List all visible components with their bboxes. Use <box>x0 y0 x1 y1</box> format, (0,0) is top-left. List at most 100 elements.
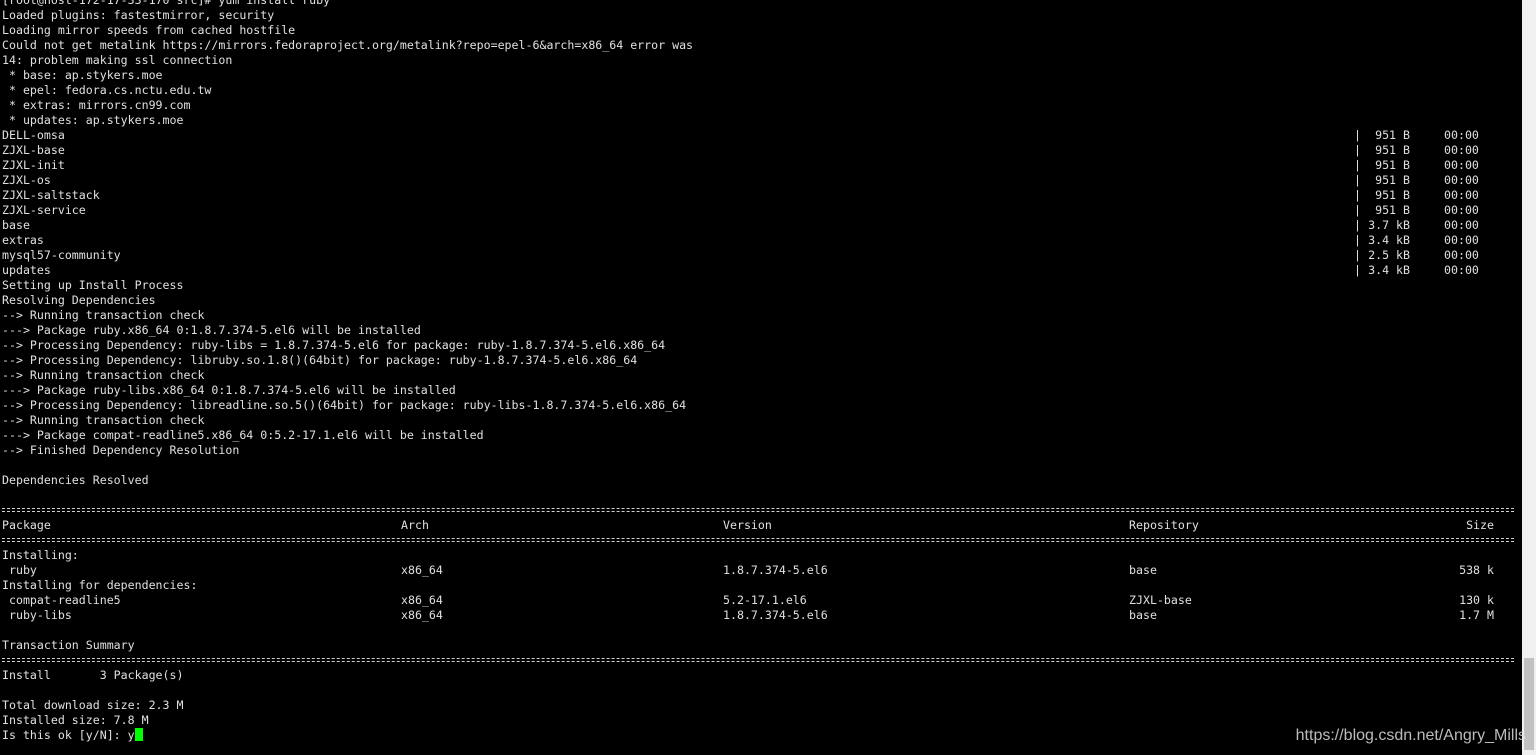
progress-separator: | <box>1354 188 1361 202</box>
package-size: 130 k <box>1459 593 1494 607</box>
repo-row: mysql57-community | 2.5 kB 00:00 <box>0 248 1522 263</box>
repo-size: 951 B <box>1375 143 1410 157</box>
output-line: ---> Package ruby-libs.x86_64 0:1.8.7.37… <box>2 383 456 397</box>
package-version: 1.8.7.374-5.el6 <box>723 563 828 577</box>
table-row: ruby-libs x86_64 1.8.7.374-5.el6 base 1.7 M <box>0 608 1522 623</box>
repo-time: 00:00 <box>1444 143 1479 157</box>
repo-row: ZJXL-base | 951 B 00:00 <box>0 143 1522 158</box>
repo-size: 951 B <box>1375 173 1410 187</box>
table-header: Package Arch Version Repository Size <box>0 518 1522 533</box>
output-line: --> Finished Dependency Resolution <box>2 443 240 457</box>
repo-size: 3.4 kB <box>1368 233 1410 247</box>
progress-separator: | <box>1354 263 1361 277</box>
output-line: --> Processing Dependency: ruby-libs = 1… <box>2 338 666 352</box>
package-arch: x86_64 <box>401 593 443 607</box>
repo-size: 951 B <box>1375 158 1410 172</box>
repo-time: 00:00 <box>1444 203 1479 217</box>
download-size: Total download size: 2.3 M <box>2 698 184 712</box>
repo-time: 00:00 <box>1444 188 1479 202</box>
header-arch: Arch <box>401 518 429 532</box>
table-separator <box>0 533 1522 548</box>
progress-separator: | <box>1354 128 1361 142</box>
header-version: Version <box>723 518 772 532</box>
repo-time: 00:00 <box>1444 173 1479 187</box>
package-name: ruby-libs <box>2 608 72 622</box>
output-line: --> Processing Dependency: libruby.so.1.… <box>2 353 638 367</box>
repo-size: 951 B <box>1375 188 1410 202</box>
summary-title: Transaction Summary <box>2 638 135 652</box>
package-arch: x86_64 <box>401 608 443 622</box>
output-line: Loaded plugins: fastestmirror, security <box>2 8 275 22</box>
repo-name: ZJXL-init <box>2 158 65 172</box>
vertical-scrollbar[interactable] <box>1522 0 1536 755</box>
repo-row: updates | 3.4 kB 00:00 <box>0 263 1522 278</box>
package-name: ruby <box>2 563 37 577</box>
output-line: Setting up Install Process <box>2 278 184 292</box>
repo-size: 2.5 kB <box>1368 248 1410 262</box>
repo-name: updates <box>2 263 51 277</box>
package-arch: x86_64 <box>401 563 443 577</box>
repo-name: ZJXL-base <box>2 143 65 157</box>
output-line: * base: ap.stykers.moe <box>2 68 163 82</box>
repo-row: ZJXL-init | 951 B 00:00 <box>0 158 1522 173</box>
installed-size: Installed size: 7.8 M <box>2 713 149 727</box>
repo-row: base | 3.7 kB 00:00 <box>0 218 1522 233</box>
repo-time: 00:00 <box>1444 128 1479 142</box>
package-repository: base <box>1129 563 1157 577</box>
output-line: --> Running transaction check <box>2 308 205 322</box>
progress-separator: | <box>1354 233 1361 247</box>
repo-size: 951 B <box>1375 203 1410 217</box>
repo-time: 00:00 <box>1444 248 1479 262</box>
output-line: ---> Package ruby.x86_64 0:1.8.7.374-5.e… <box>2 323 421 337</box>
repo-name: base <box>2 218 30 232</box>
progress-separator: | <box>1354 143 1361 157</box>
installing-label: Installing: <box>2 548 79 562</box>
repo-size: 951 B <box>1375 128 1410 142</box>
output-line: * epel: fedora.cs.nctu.edu.tw <box>2 83 212 97</box>
repo-time: 00:00 <box>1444 263 1479 277</box>
package-version: 5.2-17.1.el6 <box>723 593 807 607</box>
repo-time: 00:00 <box>1444 158 1479 172</box>
install-count: Install 3 Package(s) <box>2 668 184 682</box>
output-line: * updates: ap.stykers.moe <box>2 113 184 127</box>
output-line: * extras: mirrors.cn99.com <box>2 98 191 112</box>
command-line: [root@host-172-17-33-170 src]# yum insta… <box>2 0 331 7</box>
package-repository: base <box>1129 608 1157 622</box>
terminal-output[interactable]: [root@host-172-17-33-170 src]# yum insta… <box>0 0 1522 755</box>
repo-row: ZJXL-service | 951 B 00:00 <box>0 203 1522 218</box>
table-separator <box>0 653 1522 668</box>
output-line: 14: problem making ssl connection <box>2 53 233 67</box>
text-cursor <box>134 728 143 741</box>
output-line: Could not get metalink https://mirrors.f… <box>2 38 694 52</box>
output-line: ---> Package compat-readline5.x86_64 0:5… <box>2 428 484 442</box>
package-repository: ZJXL-base <box>1129 593 1192 607</box>
output-line: Resolving Dependencies <box>2 293 156 307</box>
header-package: Package <box>2 518 51 532</box>
table-row: ruby x86_64 1.8.7.374-5.el6 base 538 k <box>0 563 1522 578</box>
repo-name: DELL-omsa <box>2 128 65 142</box>
output-line: --> Running transaction check <box>2 368 205 382</box>
progress-separator: | <box>1354 158 1361 172</box>
output-line: Dependencies Resolved <box>2 473 149 487</box>
table-separator <box>0 503 1522 518</box>
progress-separator: | <box>1354 173 1361 187</box>
header-repository: Repository <box>1129 518 1199 532</box>
package-name: compat-readline5 <box>2 593 121 607</box>
header-size: Size <box>1466 518 1494 532</box>
confirm-line[interactable]: Is this ok [y/N]: y <box>0 728 1522 743</box>
repo-row: DELL-omsa | 951 B 00:00 <box>0 128 1522 143</box>
repo-size: 3.4 kB <box>1368 263 1410 277</box>
confirm-prompt: Is this ok [y/N]: <box>2 728 128 742</box>
repo-name: ZJXL-saltstack <box>2 188 100 202</box>
output-line: --> Processing Dependency: libreadline.s… <box>2 398 687 412</box>
watermark: https://blog.csdn.net/Angry_Mills <box>1295 727 1526 744</box>
package-version: 1.8.7.374-5.el6 <box>723 608 828 622</box>
table-row: compat-readline5 x86_64 5.2-17.1.el6 ZJXL-b… <box>0 593 1522 608</box>
progress-separator: | <box>1354 203 1361 217</box>
repo-size: 3.7 kB <box>1368 218 1410 232</box>
repo-row: ZJXL-saltstack | 951 B 00:00 <box>0 188 1522 203</box>
confirm-input[interactable]: y <box>128 728 135 742</box>
repo-row: extras | 3.4 kB 00:00 <box>0 233 1522 248</box>
